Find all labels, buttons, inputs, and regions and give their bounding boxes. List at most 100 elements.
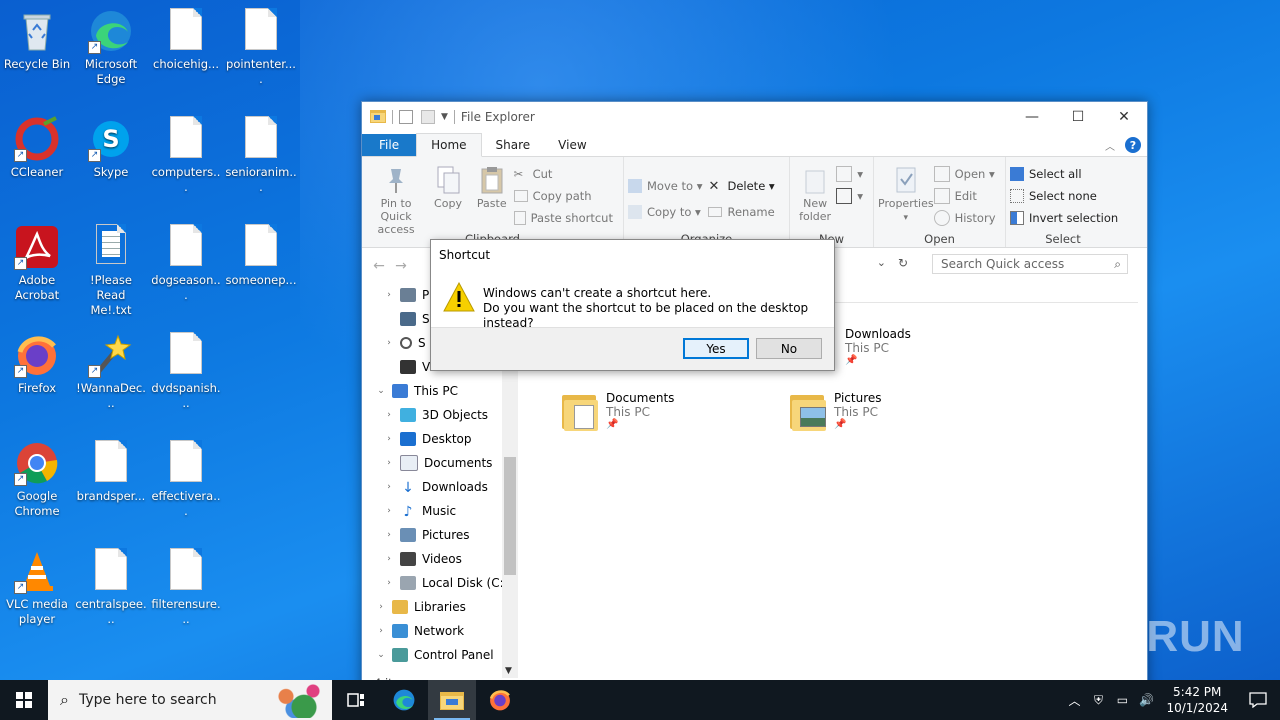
- desktop-icon-file[interactable]: choicehig...: [150, 2, 222, 72]
- desktop-icon-skype[interactable]: S ↗ Skype: [75, 110, 147, 180]
- minimize-button[interactable]: —: [1009, 102, 1055, 132]
- copy-to-button[interactable]: Copy to ▾: [628, 201, 708, 223]
- desktop-icon-file[interactable]: someonep...: [225, 218, 297, 288]
- quick-access-item-documents[interactable]: Documents This PC 📌: [562, 391, 674, 431]
- nav-item-desktop[interactable]: › Desktop: [382, 427, 518, 451]
- notification-button[interactable]: [1236, 680, 1280, 720]
- title-bar[interactable]: ▼ File Explorer — ☐ ✕: [362, 102, 1147, 132]
- copy-path-button[interactable]: Copy path: [513, 185, 619, 207]
- select-all-button[interactable]: Select all: [1010, 163, 1124, 185]
- shortcut-dialog[interactable]: Shortcut Windows can't create a shortcut…: [430, 239, 835, 371]
- refresh-icon[interactable]: ↻: [898, 256, 908, 270]
- nav-item-this-pc[interactable]: ⌄ This PC: [374, 379, 518, 403]
- network-icon[interactable]: ▭: [1110, 693, 1134, 707]
- nav-label: Local Disk (C:): [422, 576, 509, 590]
- delete-icon: ✕: [708, 179, 720, 194]
- open-button[interactable]: Open ▾: [933, 163, 1002, 185]
- address-chevron-icon[interactable]: ⌄: [877, 256, 886, 269]
- desktop-icon-adobe-acrobat[interactable]: ↗ Adobe Acrobat: [1, 218, 73, 303]
- file-explorer-window[interactable]: ▼ File Explorer — ☐ ✕ File Home Share Vi…: [361, 101, 1148, 693]
- desktop-icon-please-read-me[interactable]: !Please Read Me!.txt: [75, 218, 147, 318]
- volume-icon[interactable]: 🔊: [1134, 693, 1158, 707]
- desktop-icon-wannadecryptor[interactable]: ↗ !WannaDec...: [75, 326, 147, 411]
- desktop-icon-file[interactable]: computers...: [150, 110, 222, 195]
- chevron-up-icon[interactable]: ︿: [1062, 692, 1086, 709]
- rename-button[interactable]: Rename: [708, 201, 780, 223]
- chevron-right-icon: ›: [387, 410, 391, 420]
- desktop-icon-file[interactable]: dvdspanish...: [150, 326, 222, 411]
- desktop-icon-firefox[interactable]: ↗ Firefox: [1, 326, 73, 396]
- desktop-icon-file[interactable]: centralspee...: [75, 542, 147, 627]
- desktop-icon-file[interactable]: effectivera...: [150, 434, 222, 519]
- nav-label: S: [418, 336, 426, 350]
- desktop-icon-label: CCleaner: [10, 165, 64, 179]
- desktop-icon-file[interactable]: filterensure...: [150, 542, 222, 627]
- chevron-right-icon: ›: [387, 554, 391, 564]
- nav-scrollbar-thumb[interactable]: [504, 457, 516, 575]
- desktop-icon-recycle-bin[interactable]: Recycle Bin: [1, 2, 73, 72]
- address-dropdown[interactable]: ⌄ ↻: [834, 254, 914, 276]
- nav-item-3d-objects[interactable]: › 3D Objects: [382, 403, 518, 427]
- taskbar-edge[interactable]: [380, 680, 428, 720]
- nav-item-control-panel[interactable]: ⌄ Control Panel: [374, 643, 518, 667]
- maximize-button[interactable]: ☐: [1055, 102, 1101, 132]
- scroll-down-icon[interactable]: ▼: [505, 666, 512, 676]
- desktop-icon-google-chrome[interactable]: ↗ Google Chrome: [1, 434, 73, 519]
- collapse-ribbon-icon[interactable]: ︿: [1105, 138, 1115, 153]
- no-button[interactable]: No: [756, 338, 822, 359]
- customize-dropdown-icon[interactable]: ▼: [441, 112, 448, 122]
- desktop-icon-file[interactable]: dogseason...: [150, 218, 222, 303]
- forward-arrow-icon[interactable]: →: [390, 258, 412, 274]
- nav-item-music[interactable]: › ♪ Music: [382, 499, 518, 523]
- yes-button[interactable]: Yes: [683, 338, 749, 359]
- task-view-button[interactable]: [332, 680, 380, 720]
- cut-button[interactable]: ✂ Cut: [514, 163, 619, 185]
- new-item-icon: [836, 166, 853, 182]
- paste-shortcut-button[interactable]: Paste shortcut: [513, 207, 619, 229]
- vlc-icon: ↗: [14, 548, 60, 594]
- taskbar-firefox[interactable]: [476, 680, 524, 720]
- quick-access-item-downloads[interactable]: Downloads This PC 📌: [837, 327, 911, 366]
- nav-item-libraries[interactable]: › Libraries: [374, 595, 518, 619]
- new-folder-quick-icon[interactable]: [421, 110, 435, 124]
- taskbar-search[interactable]: ⌕ Type here to search: [48, 680, 332, 720]
- close-button[interactable]: ✕: [1101, 102, 1147, 132]
- delete-button[interactable]: ✕ Delete ▾: [708, 171, 780, 201]
- security-icon[interactable]: ⛨: [1086, 693, 1110, 708]
- nav-item-pictures[interactable]: › Pictures: [382, 523, 518, 547]
- start-button[interactable]: [0, 680, 48, 720]
- nav-item-documents[interactable]: › Documents: [382, 451, 518, 475]
- quick-access-item-pictures[interactable]: Pictures This PC 📌: [790, 391, 882, 431]
- desktop-icon-file[interactable]: pointenter....: [225, 2, 297, 87]
- easy-access-button[interactable]: ▾: [836, 185, 869, 207]
- tab-file[interactable]: File: [362, 134, 417, 156]
- desktop-icon-vlc[interactable]: ↗ VLC media player: [1, 542, 73, 627]
- invert-selection-button[interactable]: Invert selection: [1010, 207, 1124, 229]
- desktop-icon-microsoft-edge[interactable]: ↗ Microsoft Edge: [75, 2, 147, 87]
- search-input[interactable]: Search Quick access ⌕: [932, 254, 1128, 274]
- this-pc-icon: [392, 384, 408, 398]
- tab-share[interactable]: Share: [482, 134, 545, 156]
- clock[interactable]: 5:42 PM 10/1/2024: [1158, 684, 1236, 716]
- edit-label: Edit: [954, 189, 977, 203]
- back-arrow-icon[interactable]: ←: [368, 258, 390, 274]
- desktop-icon-file[interactable]: senioranim...: [225, 110, 297, 195]
- history-button[interactable]: History: [933, 207, 1002, 229]
- nav-label: P: [422, 288, 430, 302]
- properties-quick-icon[interactable]: [399, 110, 413, 124]
- nav-item-network[interactable]: › Network: [374, 619, 518, 643]
- nav-item-local-disk[interactable]: › Local Disk (C:): [382, 571, 518, 595]
- pin-icon: 📌: [845, 355, 858, 366]
- move-to-button[interactable]: Move to ▾: [628, 171, 708, 201]
- desktop-icon-file[interactable]: brandsper...: [75, 434, 147, 504]
- edit-button[interactable]: Edit: [933, 185, 1002, 207]
- new-item-button[interactable]: ▾: [836, 163, 869, 185]
- tab-home[interactable]: Home: [416, 133, 482, 157]
- select-none-button[interactable]: Select none: [1010, 185, 1124, 207]
- nav-item-downloads[interactable]: › ↓ Downloads: [382, 475, 518, 499]
- tab-view[interactable]: View: [544, 134, 600, 156]
- desktop-icon-ccleaner[interactable]: ↗ CCleaner: [1, 110, 73, 180]
- nav-item-videos[interactable]: › Videos: [382, 547, 518, 571]
- help-icon[interactable]: ?: [1125, 137, 1141, 153]
- taskbar-file-explorer[interactable]: [428, 680, 476, 720]
